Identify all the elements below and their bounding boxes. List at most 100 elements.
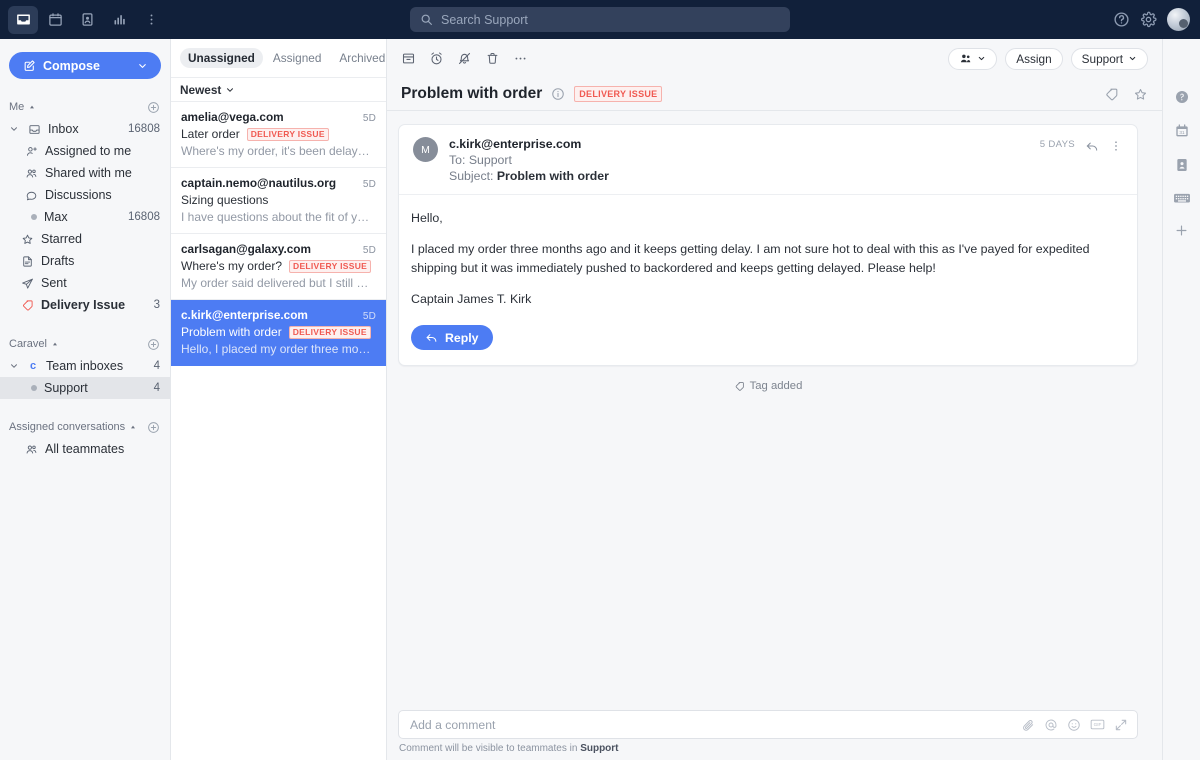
sidebar-section-me-toggle[interactable]: Me — [9, 101, 36, 113]
reply-button[interactable]: Reply — [411, 325, 493, 351]
body: Compose Me Inbox 16808 Assigned to me Sh… — [0, 39, 1200, 760]
sidebar-section-caravel-toggle[interactable]: Caravel — [9, 338, 59, 350]
contact-card-icon[interactable] — [1174, 157, 1190, 173]
sidebar-item-inbox[interactable]: Inbox 16808 — [0, 118, 170, 140]
message-thread: M c.kirk@enterprise.com To: Support Subj… — [387, 111, 1162, 710]
message-paragraph: I placed my order three months ago and i… — [411, 242, 1090, 275]
sidebar-section-assigned-conversations[interactable]: Assigned conversations — [0, 416, 170, 438]
help-icon[interactable] — [1113, 11, 1130, 28]
calendar-icon[interactable] — [40, 6, 70, 34]
sidebar-item-discussions[interactable]: Discussions — [0, 184, 170, 206]
sidebar-item-label: Max — [44, 210, 68, 224]
assign-label: Assign — [1016, 51, 1052, 66]
compose-button[interactable]: Compose — [9, 52, 161, 79]
sidebar-item-label: Support — [44, 381, 88, 395]
emoji-icon[interactable] — [1067, 718, 1081, 732]
add-icon[interactable] — [147, 421, 160, 434]
page-title: Problem with order — [401, 85, 543, 102]
status-badge: DELIVERY ISSUE — [288, 325, 371, 339]
sidebar-item-all-teammates[interactable]: All teammates — [0, 438, 170, 460]
sidebar-item-shared-with-me[interactable]: Shared with me — [0, 162, 170, 184]
sort-selector[interactable]: Newest — [171, 78, 386, 102]
send-icon — [20, 277, 34, 290]
conversation-sender: amelia@vega.com — [181, 110, 284, 124]
top-nav-icons — [0, 5, 166, 34]
conversation-preview: Hello, I placed my order three mo… — [181, 342, 371, 356]
chat-bubble-icon — [24, 189, 38, 202]
archive-icon[interactable] — [401, 51, 416, 66]
message-age: 5 DAYS — [1039, 139, 1075, 150]
reports-icon[interactable] — [104, 6, 134, 34]
tag-icon[interactable] — [1104, 87, 1119, 102]
mute-bell-icon[interactable] — [457, 51, 472, 66]
sidebar-item-label: Drafts — [41, 254, 75, 268]
comment-toolbar: GIF — [1021, 718, 1128, 732]
sidebar-section-caravel[interactable]: Caravel — [0, 333, 170, 355]
sidebar-section-me[interactable]: Me — [0, 96, 170, 118]
message-sender: c.kirk@enterprise.com — [449, 137, 582, 151]
chevron-down-icon[interactable] — [137, 60, 148, 71]
calendar-icon[interactable]: 31 — [1174, 123, 1190, 139]
users-icon — [24, 167, 38, 180]
sidebar-item-starred[interactable]: Starred — [0, 228, 170, 250]
star-icon[interactable] — [1133, 87, 1148, 102]
assignee-selector[interactable] — [948, 47, 998, 70]
sidebar-item-team-inboxes[interactable]: c Team inboxes 4 — [0, 355, 170, 377]
comment-input[interactable]: Add a comment GIF — [398, 710, 1138, 739]
trash-icon[interactable] — [485, 51, 500, 66]
info-icon[interactable] — [551, 87, 565, 101]
list-item[interactable]: c.kirk@enterprise.com 5D Problem with or… — [171, 300, 386, 366]
tab-archived[interactable]: Archived — [331, 48, 393, 68]
reply-arrow-icon[interactable] — [1085, 139, 1099, 153]
more-horizontal-icon[interactable] — [513, 51, 528, 66]
list-item[interactable]: carlsagan@galaxy.com 5D Where's my order… — [171, 234, 386, 300]
dot-icon — [31, 214, 37, 220]
expand-icon[interactable] — [1114, 718, 1128, 732]
sidebar-item-drafts[interactable]: Drafts — [0, 250, 170, 272]
inbox-selector[interactable]: Support — [1070, 47, 1148, 70]
sidebar-item-max[interactable]: Max 16808 — [0, 206, 170, 228]
sidebar-section-caravel-title: Caravel — [9, 338, 47, 350]
contacts-icon[interactable] — [72, 6, 102, 34]
sidebar-item-label: Discussions — [45, 188, 112, 202]
assign-button[interactable]: Assign — [1005, 47, 1063, 70]
attachment-icon[interactable] — [1021, 718, 1035, 732]
tab-assigned[interactable]: Assigned — [265, 48, 330, 68]
avatar[interactable] — [1167, 8, 1190, 31]
mention-icon[interactable] — [1044, 718, 1058, 732]
sidebar-item-support[interactable]: Support 4 — [0, 377, 170, 399]
right-rail: 31 — [1162, 39, 1200, 760]
chevron-down-icon[interactable] — [9, 361, 20, 371]
help-icon[interactable] — [1174, 89, 1190, 105]
assignee-icon — [959, 52, 972, 65]
sidebar-item-assigned-to-me[interactable]: Assigned to me — [0, 140, 170, 162]
list-item[interactable]: captain.nemo@nautilus.org 5D Sizing ques… — [171, 168, 386, 234]
conversation-title-row: Problem with order DELIVERY ISSUE — [387, 78, 1162, 111]
chevron-down-icon — [225, 85, 235, 95]
add-icon[interactable] — [147, 101, 160, 114]
svg-text:31: 31 — [1179, 130, 1185, 135]
more-vertical-icon[interactable] — [136, 6, 166, 34]
sidebar-item-delivery-issue[interactable]: Delivery Issue 3 — [0, 294, 170, 316]
search-input[interactable]: Search Support — [410, 7, 790, 32]
sidebar-section-assigned-toggle[interactable]: Assigned conversations — [9, 421, 137, 433]
svg-text:GIF: GIF — [1094, 722, 1102, 727]
title-actions — [1104, 87, 1148, 102]
list-item[interactable]: amelia@vega.com 5D Later order DELIVERY … — [171, 102, 386, 168]
add-app-icon[interactable] — [1174, 223, 1189, 238]
gear-icon[interactable] — [1140, 11, 1157, 28]
conversation-list-pane: Unassigned Assigned Archived Newest amel… — [171, 39, 404, 760]
tab-unassigned[interactable]: Unassigned — [180, 48, 263, 68]
conversation-preview: Where's my order, it's been delay… — [181, 144, 370, 158]
snooze-clock-icon[interactable] — [429, 51, 444, 66]
reply-label: Reply — [445, 330, 479, 345]
message-to-label: To: — [449, 153, 466, 167]
message-body: Hello, I placed my order three months ag… — [399, 195, 1137, 325]
add-icon[interactable] — [147, 338, 160, 351]
inbox-icon[interactable] — [8, 5, 38, 34]
sidebar-item-sent[interactable]: Sent — [0, 272, 170, 294]
chevron-down-icon[interactable] — [9, 124, 20, 134]
more-vertical-icon[interactable] — [1109, 139, 1123, 153]
gif-icon[interactable]: GIF — [1090, 718, 1105, 731]
keyboard-icon[interactable] — [1173, 191, 1191, 205]
